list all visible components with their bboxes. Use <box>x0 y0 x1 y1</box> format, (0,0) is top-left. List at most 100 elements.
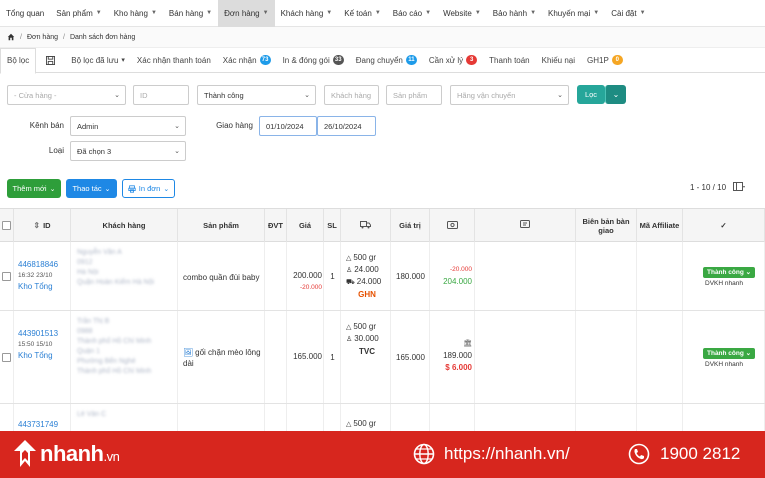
delivery-label: Giao hàng <box>216 121 253 130</box>
customer-name-link[interactable]: Lê Văn C <box>77 410 173 420</box>
column-header-12[interactable]: ✓ <box>683 209 765 242</box>
extra-fee-line: $ 6.000 <box>430 362 472 374</box>
tab-label: Đang chuyển <box>355 55 403 65</box>
nav-item-9[interactable]: Bảo hành ▼ <box>487 0 542 27</box>
order-id-link[interactable]: 443901513 <box>18 328 73 339</box>
tab-6[interactable]: Đang chuyển 11 <box>350 48 423 73</box>
tab-10[interactable]: GH1P 0 <box>581 48 629 73</box>
table-row[interactable]: 443901513 15:50 15/10 Kho Tổng Trần Thị B 09… <box>0 311 765 404</box>
nav-item-5[interactable]: Khách hàng ▼ <box>275 0 339 27</box>
type-select[interactable]: Đã chọn 3 ⌄ <box>70 141 186 161</box>
tab-9[interactable]: Khiếu nại <box>536 48 581 73</box>
column-header-6[interactable] <box>341 209 391 242</box>
cod-line: ♙ 30.000 <box>346 333 388 345</box>
column-header-4[interactable]: Giá <box>287 209 324 242</box>
store-select[interactable]: - Cửa hàng - ⌄ <box>7 85 126 105</box>
carrier-select[interactable]: Hãng vận chuyển ⌄ <box>450 85 569 105</box>
nav-item-11[interactable]: Cài đặt ▼ <box>605 0 651 27</box>
column-header-11[interactable]: Mã Affiliate <box>637 209 683 242</box>
customer-detail: Quận Hoàn Kiếm Hà Nội <box>77 279 155 286</box>
date-to-input[interactable]: 26/10/2024 <box>317 116 376 136</box>
carrier-name: TVC <box>359 347 375 356</box>
hotline-number[interactable]: 1900 2812 <box>660 444 740 464</box>
date-from-input[interactable]: 01/10/2024 <box>259 116 317 136</box>
chevron-down-icon: ⌄ <box>743 349 752 357</box>
tab-1[interactable] <box>36 48 65 73</box>
product-input[interactable]: Sản phẩm <box>386 85 442 105</box>
order-id-link[interactable]: 446818846 <box>18 259 73 270</box>
user-icon: ♙ <box>346 267 355 274</box>
table-cell <box>265 242 287 310</box>
image-icon[interactable]: 🖼 <box>183 348 193 357</box>
sort-icon[interactable]: ⇕ <box>33 221 40 230</box>
tab-4[interactable]: Xác nhận 73 <box>217 48 277 73</box>
column-header-7[interactable]: Giá trị <box>391 209 430 242</box>
nav-item-2[interactable]: Kho hàng ▼ <box>108 0 163 27</box>
nav-item-7[interactable]: Báo cáo ▼ <box>387 0 437 27</box>
tab-2[interactable]: Bộ lọc đã lưu ▾ <box>65 48 131 73</box>
nav-item-0[interactable]: Tổng quan <box>0 0 50 27</box>
warehouse-link[interactable]: Kho Tổng <box>18 281 73 292</box>
total-cell: -20.000 204.000 <box>430 264 472 288</box>
channel-select[interactable]: Admin ⌄ <box>70 116 186 136</box>
customer-input[interactable]: Khách hàng <box>324 85 379 105</box>
tab-label: Xác nhận thanh toán <box>136 55 211 65</box>
id-input[interactable]: ID <box>133 85 189 105</box>
column-header-5[interactable]: SL <box>324 209 341 242</box>
nav-item-3[interactable]: Bán hàng ▼ <box>163 0 218 27</box>
row-checkbox[interactable] <box>2 271 11 281</box>
nav-item-1[interactable]: Sản phẩm ▼ <box>50 0 107 27</box>
chevron-down-icon: ▼ <box>425 10 432 16</box>
tab-5[interactable]: In & đóng gói 33 <box>277 48 350 73</box>
tab-0[interactable]: Bộ lọc <box>0 47 37 74</box>
actions-button[interactable]: Thao tác ⌄ <box>66 179 117 198</box>
nav-item-label: Sản phẩm <box>56 8 93 18</box>
column-header-label: Giá <box>298 221 312 230</box>
ship-fee-line: ⛟ 24.000 <box>346 276 388 288</box>
customer-name-link[interactable]: Nguyễn Văn A <box>77 248 173 258</box>
breadcrumb-orders[interactable]: Đơn hàng <box>27 34 58 41</box>
column-header-3[interactable]: ĐVT <box>265 209 287 242</box>
filter-dropdown-button[interactable]: ⌄ <box>605 85 626 104</box>
columns-icon[interactable] <box>733 182 745 192</box>
quantity: 1 <box>330 352 335 362</box>
column-header-9[interactable] <box>475 209 576 242</box>
chevron-down-icon: ⌄ <box>743 268 752 276</box>
cod-line: ♙ 24.000 <box>346 264 388 276</box>
truck-icon: ⛟ <box>346 279 357 286</box>
column-header-0[interactable]: ⇕ ID <box>14 209 71 242</box>
column-header-2[interactable]: Sản phẩm <box>178 209 265 242</box>
tab-3[interactable]: Xác nhận thanh toán <box>131 48 217 73</box>
status-badge[interactable]: Thành công ⌄ <box>703 347 756 359</box>
warehouse-link[interactable]: Kho Tổng <box>18 350 73 361</box>
customer-name-link[interactable]: Trần Thị B <box>77 317 173 327</box>
phone-icon <box>628 443 650 465</box>
column-header-1[interactable]: Khách hàng <box>71 209 178 242</box>
tab-7[interactable]: Cần xử lý 3 <box>423 48 483 73</box>
tab-count-badge: 0 <box>611 55 623 65</box>
nav-item-6[interactable]: Kế toán ▼ <box>338 0 387 27</box>
print-button[interactable]: In đơn ⌄ <box>122 179 175 198</box>
user-icon: ♙ <box>346 336 355 343</box>
website-link[interactable]: https://nhanh.vn/ <box>444 444 570 464</box>
nav-item-label: Kế toán <box>344 8 372 18</box>
tab-8[interactable]: Thanh toán <box>483 48 535 73</box>
nav-item-10[interactable]: Khuyến mại ▼ <box>542 0 605 27</box>
tab-count-badge: 3 <box>466 55 478 65</box>
nav-item-label: Khách hàng <box>280 8 324 18</box>
table-row[interactable]: 446818846 16:32 23/10 Kho Tổng Nguyễn Văn A… <box>0 242 765 311</box>
order-id-link[interactable]: 443731749 <box>18 419 73 430</box>
home-icon[interactable] <box>7 33 15 41</box>
filter-button[interactable]: Lọc <box>577 85 605 104</box>
add-new-button[interactable]: Thêm mới ⌄ <box>7 179 61 198</box>
column-header-8[interactable] <box>430 209 475 242</box>
column-header-10[interactable]: Biên bản bàn giao <box>576 209 637 242</box>
customer-detail: Thành phố Hồ Chí Minh <box>77 338 152 345</box>
row-checkbox[interactable] <box>2 352 11 362</box>
nav-item-4[interactable]: Đơn hàng ▼ <box>218 0 275 27</box>
nav-item-8[interactable]: Website ▼ <box>437 0 487 27</box>
status-select[interactable]: Thành công ⌄ <box>197 85 316 105</box>
status-badge[interactable]: Thành công ⌄ <box>703 266 756 278</box>
select-all-checkbox[interactable] <box>2 221 11 230</box>
column-header-label: Sản phẩm <box>203 221 239 230</box>
